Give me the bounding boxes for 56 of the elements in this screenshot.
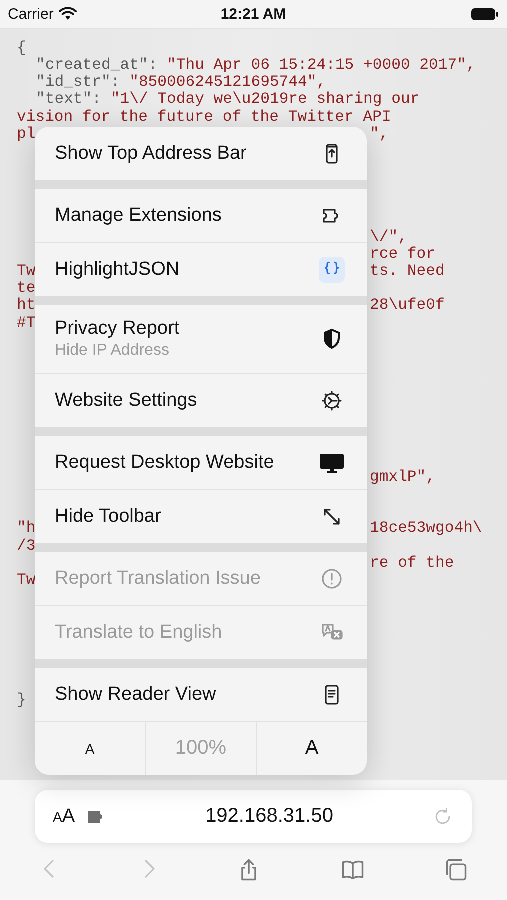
json-value: "1\/ Today we\u2019re sharing our bbox=[110, 91, 420, 109]
menu-item-label: Privacy Report bbox=[55, 318, 180, 340]
menu-item-subtitle: Hide IP Address bbox=[55, 342, 170, 360]
address-bar[interactable]: AA 192.168.31.50 bbox=[35, 790, 472, 843]
json-fragment: rce for bbox=[370, 244, 436, 263]
menu-item-label: Website Settings bbox=[55, 390, 198, 412]
json-value: vision for the future of the Twitter API bbox=[17, 108, 392, 126]
json-key: "id_str": bbox=[36, 74, 120, 92]
json-fragment: pl bbox=[17, 124, 36, 143]
json-key: "text": bbox=[36, 91, 102, 109]
json-fragment: "h bbox=[17, 519, 36, 538]
json-value: "850006245121695744", bbox=[128, 74, 326, 92]
code-text: { bbox=[17, 40, 26, 58]
json-fragment: ", bbox=[370, 124, 389, 143]
json-fragment: ts. Need bbox=[370, 262, 445, 280]
menu-item[interactable]: Website Settings bbox=[35, 374, 367, 427]
json-fragment: re of the bbox=[370, 554, 454, 572]
menu-item[interactable]: Show Top Address Bar bbox=[35, 127, 367, 180]
json-fragment: Tw bbox=[17, 262, 36, 280]
menu-item[interactable]: Hide Toolbar bbox=[35, 490, 367, 543]
carrier-label: Carrier bbox=[8, 6, 54, 22]
gear-icon bbox=[320, 388, 344, 412]
json-fragment: 18ce53wgo4h\ bbox=[370, 519, 482, 538]
increase-text-button[interactable]: A bbox=[257, 722, 367, 775]
menu-item-label: Show Reader View bbox=[55, 684, 216, 706]
json-fragment: /3 bbox=[17, 536, 36, 555]
json-fragment: ht bbox=[17, 296, 36, 314]
menu-item-label: Request Desktop Website bbox=[55, 452, 274, 474]
json-fragment: Tw bbox=[17, 570, 36, 589]
alert-circle-icon bbox=[320, 566, 344, 590]
menu-item-label: Translate to English bbox=[55, 622, 222, 644]
json-fragment: #T bbox=[17, 314, 36, 332]
menu-item[interactable]: Request Desktop Website bbox=[35, 436, 367, 489]
json-fragment: gmxlP", bbox=[370, 468, 436, 486]
wifi-icon bbox=[58, 7, 77, 21]
code-text: } bbox=[17, 692, 26, 710]
menu-item[interactable]: Show Reader View bbox=[35, 668, 367, 721]
page-format-button[interactable]: AA bbox=[53, 806, 76, 828]
braces-icon bbox=[319, 256, 345, 282]
clock: 12:21 AM bbox=[220, 6, 286, 22]
menu-item-label: Hide Toolbar bbox=[55, 506, 162, 528]
json-fragment: te bbox=[17, 279, 36, 298]
menu-item[interactable]: Privacy Report Hide IP Address bbox=[35, 305, 367, 373]
url-text: 192.168.31.50 bbox=[204, 805, 334, 828]
menu-item[interactable]: Manage Extensions bbox=[35, 189, 367, 242]
decrease-text-button[interactable]: A bbox=[35, 722, 145, 775]
menu-item-label: Report Translation Issue bbox=[55, 568, 261, 590]
menu-item-label: Show Top Address Bar bbox=[55, 142, 247, 164]
json-value: "Thu Apr 06 15:24:15 +0000 2017", bbox=[166, 57, 476, 74]
menu-item[interactable]: HighlightJSON bbox=[35, 243, 367, 296]
json-fragment: \/", bbox=[370, 228, 408, 246]
menu-item-label: Manage Extensions bbox=[55, 204, 222, 226]
battery-icon bbox=[471, 8, 499, 20]
json-fragment: 28\ufe0f bbox=[370, 296, 445, 314]
menu-item-label: HighlightJSON bbox=[55, 258, 180, 280]
json-key: "created_at": bbox=[36, 57, 158, 74]
